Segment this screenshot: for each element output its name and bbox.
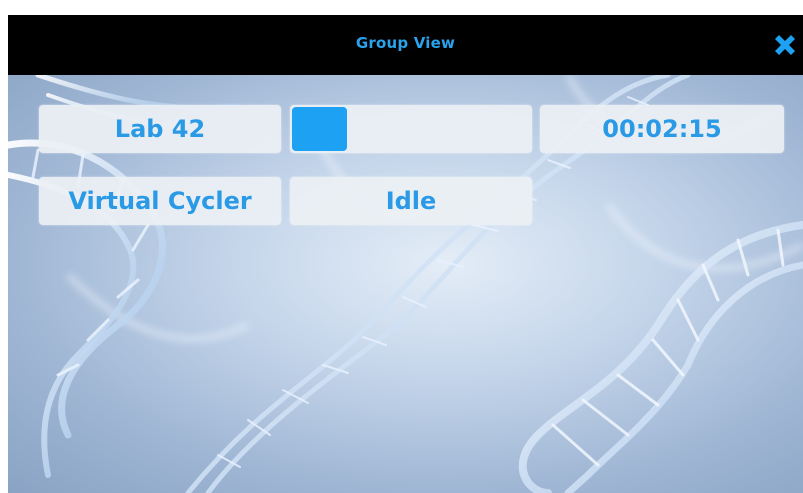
lab-name-label: Lab 42 bbox=[114, 115, 206, 143]
close-icon[interactable] bbox=[769, 29, 801, 61]
elapsed-time-tile: 00:02:15 bbox=[540, 105, 784, 153]
instrument-tile[interactable]: Virtual Cycler bbox=[39, 177, 281, 225]
group-view-window: Group View Lab 42 00:02:15 Virtual Cycle… bbox=[8, 15, 803, 493]
title-bar: Group View bbox=[8, 15, 803, 75]
status-tile: Idle bbox=[290, 177, 532, 225]
lab-name-tile[interactable]: Lab 42 bbox=[39, 105, 281, 153]
progress-fill bbox=[292, 107, 347, 151]
instrument-label: Virtual Cycler bbox=[68, 187, 252, 215]
elapsed-time-label: 00:02:15 bbox=[602, 115, 722, 143]
progress-bar bbox=[290, 105, 532, 153]
status-label: Idle bbox=[385, 187, 437, 215]
window-title: Group View bbox=[355, 34, 456, 52]
dna-background: Lab 42 00:02:15 Virtual Cycler Idle bbox=[8, 75, 803, 493]
